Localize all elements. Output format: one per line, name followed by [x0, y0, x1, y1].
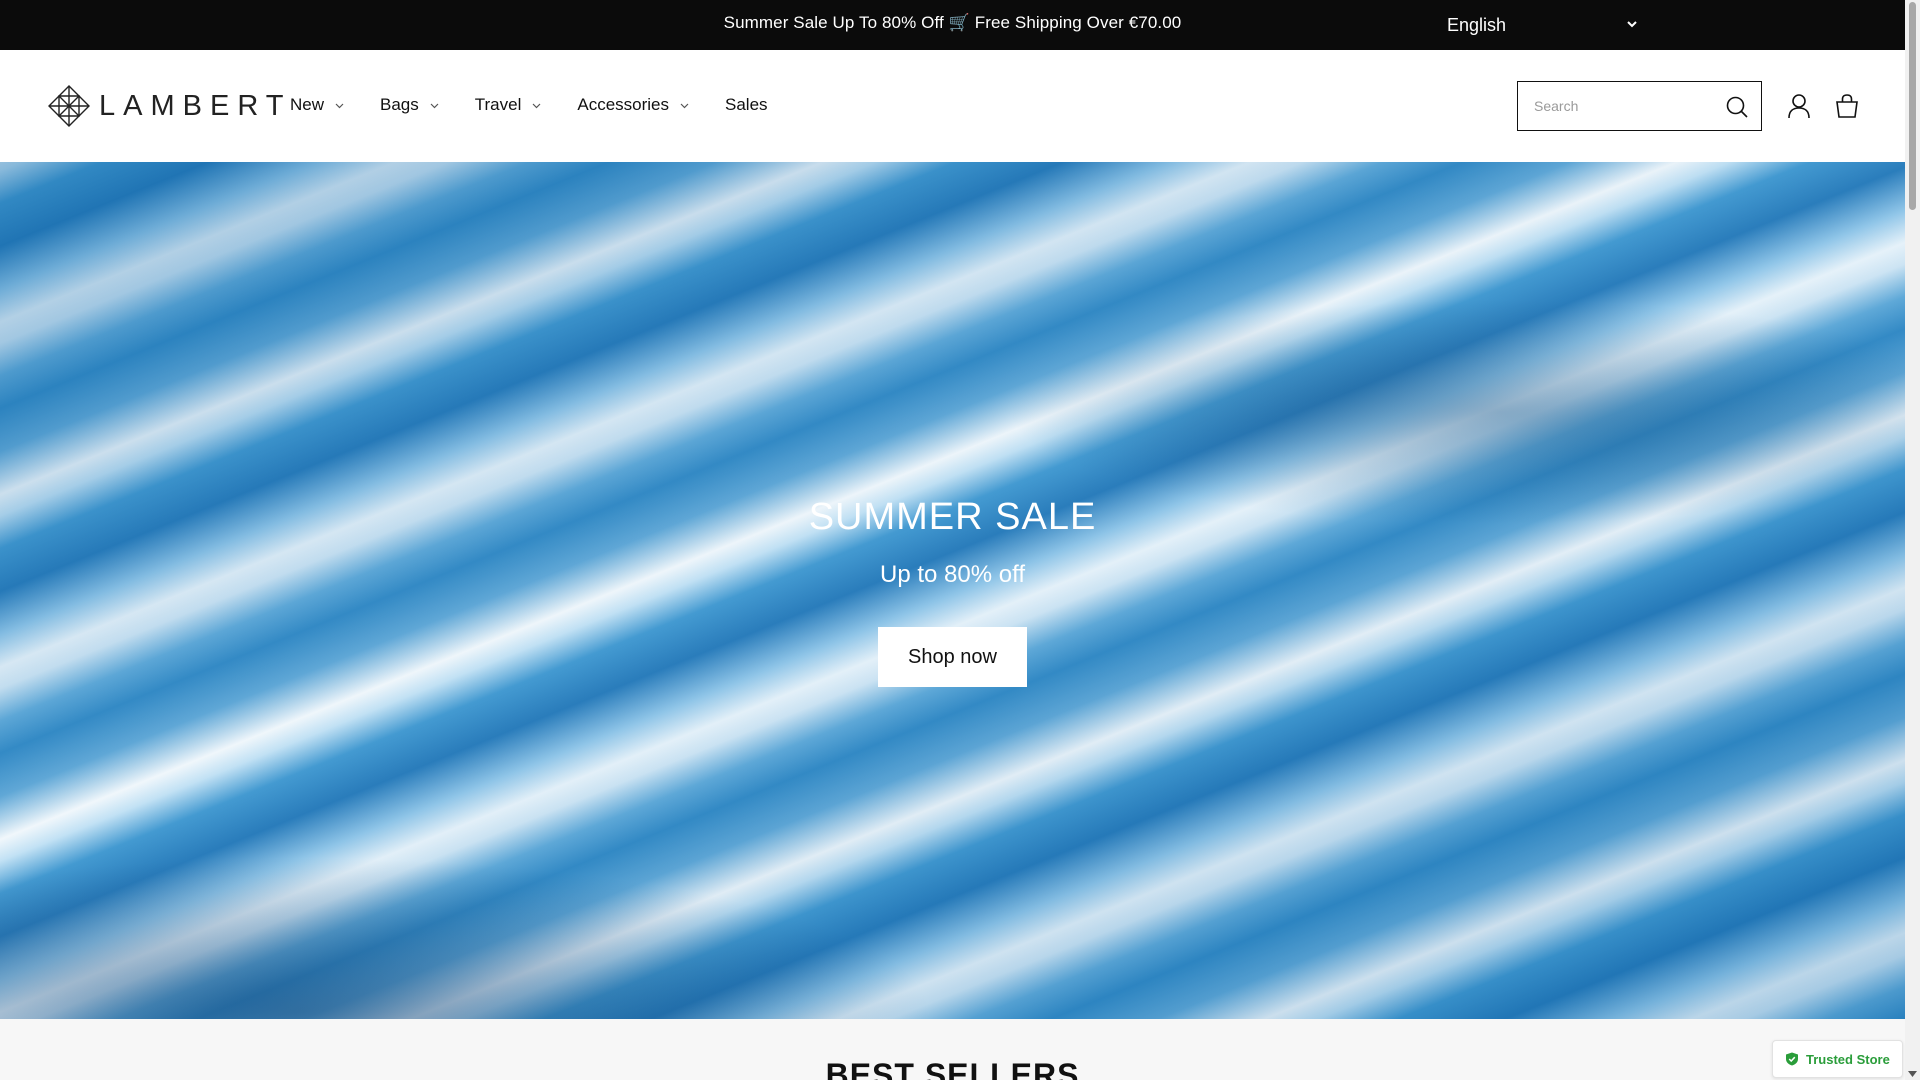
trusted-store-label: Trusted Store: [1806, 1051, 1890, 1067]
section-title: BEST SELLERS: [825, 1057, 1080, 1080]
nav-item-label: Travel: [474, 95, 522, 114]
logo-icon: [48, 85, 90, 127]
nav-item-label: New: [290, 95, 325, 114]
chevron-down-icon: [430, 101, 439, 110]
language-select[interactable]: English: [1447, 12, 1637, 38]
nav-item-sales[interactable]: Sales: [725, 90, 768, 120]
shield-check-icon: [1786, 1052, 1798, 1066]
main-nav: New Bags Travel Accessories Sales: [290, 90, 804, 120]
cart-icon[interactable]: [1834, 93, 1860, 119]
hero-banner: SUMMER SALE Up to 80% off Shop now: [0, 162, 1905, 1019]
logo[interactable]: LAMBERT: [47, 83, 291, 129]
search-box: [1517, 81, 1762, 131]
chevron-down-icon: [335, 101, 344, 110]
scroll-down-icon[interactable]: [1908, 1070, 1917, 1078]
chevron-down-icon: [680, 101, 689, 110]
site-header: LAMBERT New Bags Travel Accessories Sale…: [0, 50, 1905, 162]
nav-item-travel[interactable]: Travel: [475, 90, 542, 120]
logo-text: LAMBERT: [99, 89, 292, 122]
scrollbar-thumb[interactable]: [1909, 2, 1916, 210]
search-input[interactable]: [1518, 82, 1718, 130]
chevron-down-icon: [532, 101, 541, 110]
nav-item-label: Sales: [725, 95, 768, 114]
language-select-value: English: [1447, 15, 1507, 35]
best-sellers-section: BEST SELLERS: [0, 1019, 1905, 1080]
trusted-store-badge[interactable]: Trusted Store: [1772, 1040, 1903, 1078]
hero-title: SUMMER SALE: [808, 496, 1097, 538]
chevron-down-icon: [1627, 12, 1637, 38]
hero-image: [0, 162, 1905, 1019]
nav-item-bags[interactable]: Bags: [380, 90, 439, 120]
announcement-bar: Summer Sale Up To 80% Off 🛒 Free Shippin…: [0, 0, 1905, 50]
hero-subtitle: Up to 80% off: [880, 561, 1025, 588]
nav-item-accessories[interactable]: Accessories: [577, 90, 689, 120]
scrollbar[interactable]: [1905, 0, 1920, 1080]
shop-now-button[interactable]: Shop now: [878, 627, 1027, 687]
nav-item-label: Accessories: [577, 95, 670, 114]
nav-item-new[interactable]: New: [290, 90, 344, 120]
nav-item-label: Bags: [380, 95, 419, 114]
account-icon[interactable]: [1787, 93, 1811, 119]
search-icon[interactable]: [1725, 95, 1749, 119]
